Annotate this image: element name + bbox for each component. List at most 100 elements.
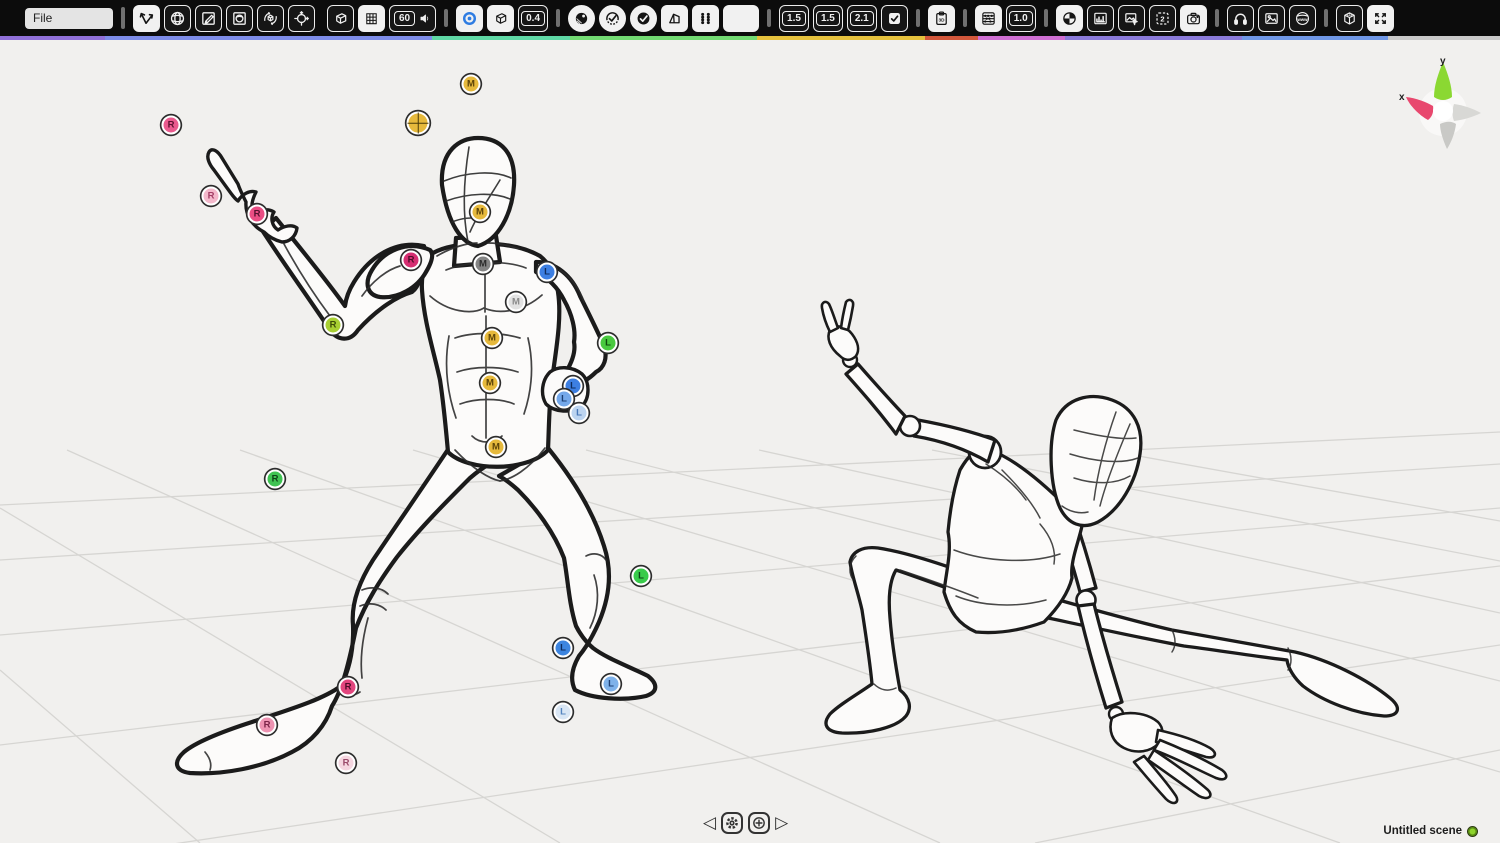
histogram-icon [1092,10,1109,27]
joint-marker-l[interactable]: L [554,639,573,658]
image-icon [1263,10,1280,27]
joint-marker-layer: RMRRRMRMLMMLMLLLMRLLLLRRR [0,0,1500,843]
joint-marker-m[interactable]: M [507,293,526,312]
dots-grid-icon [697,10,714,27]
root-control-marker[interactable] [407,112,430,135]
next-pose-chevron[interactable]: ▷ [775,815,788,832]
joint-marker-r[interactable]: R [402,251,421,270]
shaded-sphere-button[interactable] [568,5,595,32]
joint-dots-button[interactable] [692,5,719,32]
joint-marker-l[interactable]: L [602,675,621,694]
image-pointer-icon [1123,10,1140,27]
joint-marker-r[interactable]: R [202,187,221,206]
joint-marker-r[interactable]: R [339,678,358,697]
toolbar-divider [767,9,771,27]
ghost-cube-button[interactable] [487,5,514,32]
scene-name-label: Untitled scene [1383,825,1478,837]
joint-marker-r[interactable]: R [258,716,277,735]
pin-all-button[interactable] [630,5,657,32]
histogram-button[interactable] [1087,5,1114,32]
abacus-button[interactable] [975,5,1002,32]
joint-marker-m[interactable]: M [487,438,506,457]
size-setting-1-value: 1.5 [782,11,806,26]
gear-icon [724,815,740,831]
toolbar-divider [444,9,448,27]
checkbox-icon [886,10,903,27]
joint-marker-l[interactable]: L [554,703,573,722]
ghost-opacity-button[interactable]: 0.4 [518,5,548,32]
axes-icon [138,10,155,27]
joint-marker-m[interactable]: M [481,374,500,393]
pencil-square-icon [200,10,217,27]
file-menu-button[interactable]: File [25,8,113,29]
scene-settings-button[interactable] [721,812,743,834]
toolbar-color-strip [0,36,1500,40]
orbit-cube-icon [262,10,279,27]
prism-icon [666,10,683,27]
toolbar-group-underline [105,36,432,40]
joint-marker-m[interactable]: M [483,329,502,348]
fps-button[interactable]: 60 [389,5,436,32]
toolbar-divider [121,7,125,29]
pin-partial-button[interactable] [599,5,626,32]
perspective-cube-icon [332,10,349,27]
web-button[interactable]: www [1289,5,1316,32]
joint-marker-r[interactable]: R [248,205,267,224]
playback-speed-button[interactable]: 1.0 [1006,5,1036,32]
trackball-button[interactable] [226,5,253,32]
toolbar-group-underline [570,36,757,40]
joint-marker-l[interactable]: L [555,390,574,409]
toolbar-group-underline [432,36,570,40]
headphones-icon [1232,10,1249,27]
checker-sphere-icon [1061,10,1078,27]
joint-marker-r[interactable]: R [162,116,181,135]
globe-view-button[interactable] [164,5,191,32]
toolbar-divider [963,9,967,27]
joint-marker-l[interactable]: L [599,334,618,353]
joint-marker-l[interactable]: L [632,567,651,586]
globe-icon [169,10,186,27]
settings-checkbox-button[interactable] [881,5,908,32]
edit-plane-button[interactable] [195,5,222,32]
size-setting-1-button[interactable]: 1.5 [779,5,809,32]
joint-marker-m[interactable]: M [462,75,481,94]
dither-button[interactable] [1056,5,1083,32]
svg-text:2: 2 [1160,14,1164,23]
joint-marker-l[interactable]: L [538,263,557,282]
camera-button[interactable] [1180,5,1207,32]
joint-marker-r[interactable]: R [266,470,285,489]
joint-marker-l[interactable]: L [570,404,589,423]
scene-playbar: ◁ ▷ [703,812,788,834]
toolbar-group-underline [1388,36,1500,40]
toolbar-divider [556,9,560,27]
joint-marker-r[interactable]: R [337,754,356,773]
frame-number-button[interactable]: 2 [1149,5,1176,32]
image-select-button[interactable] [1118,5,1145,32]
joint-marker-m[interactable]: M [471,203,490,222]
scene-status-icon[interactable] [1467,826,1478,837]
clipboard-3d-button[interactable]: 3D [928,5,955,32]
audio-button[interactable] [1227,5,1254,32]
toolbar-divider [1044,9,1048,27]
joint-marker-r[interactable]: R [324,316,343,335]
toolbar-group-underline [1242,36,1388,40]
clipboard-3d-icon: 3D [933,10,950,27]
size-setting-3-button[interactable]: 2.1 [847,5,877,32]
size-setting-2-button[interactable]: 1.5 [813,5,843,32]
background-image-button[interactable] [1258,5,1285,32]
add-figure-button[interactable] [748,812,770,834]
view-axes-button[interactable] [133,5,160,32]
svg-text:3D: 3D [938,17,945,23]
fullscreen-button[interactable] [1367,5,1394,32]
grid-toggle-button[interactable] [358,5,385,32]
joint-marker-m[interactable]: M [474,255,493,274]
prism-button[interactable] [661,5,688,32]
blank-swatch-button[interactable] [723,5,759,32]
rotate-object-button[interactable] [288,5,315,32]
speaker-icon [418,12,431,25]
orbit-cube-button[interactable] [257,5,284,32]
numbered-cube-button[interactable]: 123 [1336,5,1363,32]
prev-pose-chevron[interactable]: ◁ [703,815,716,832]
perspective-cube-button[interactable] [327,5,354,32]
focus-target-button[interactable] [456,5,483,32]
